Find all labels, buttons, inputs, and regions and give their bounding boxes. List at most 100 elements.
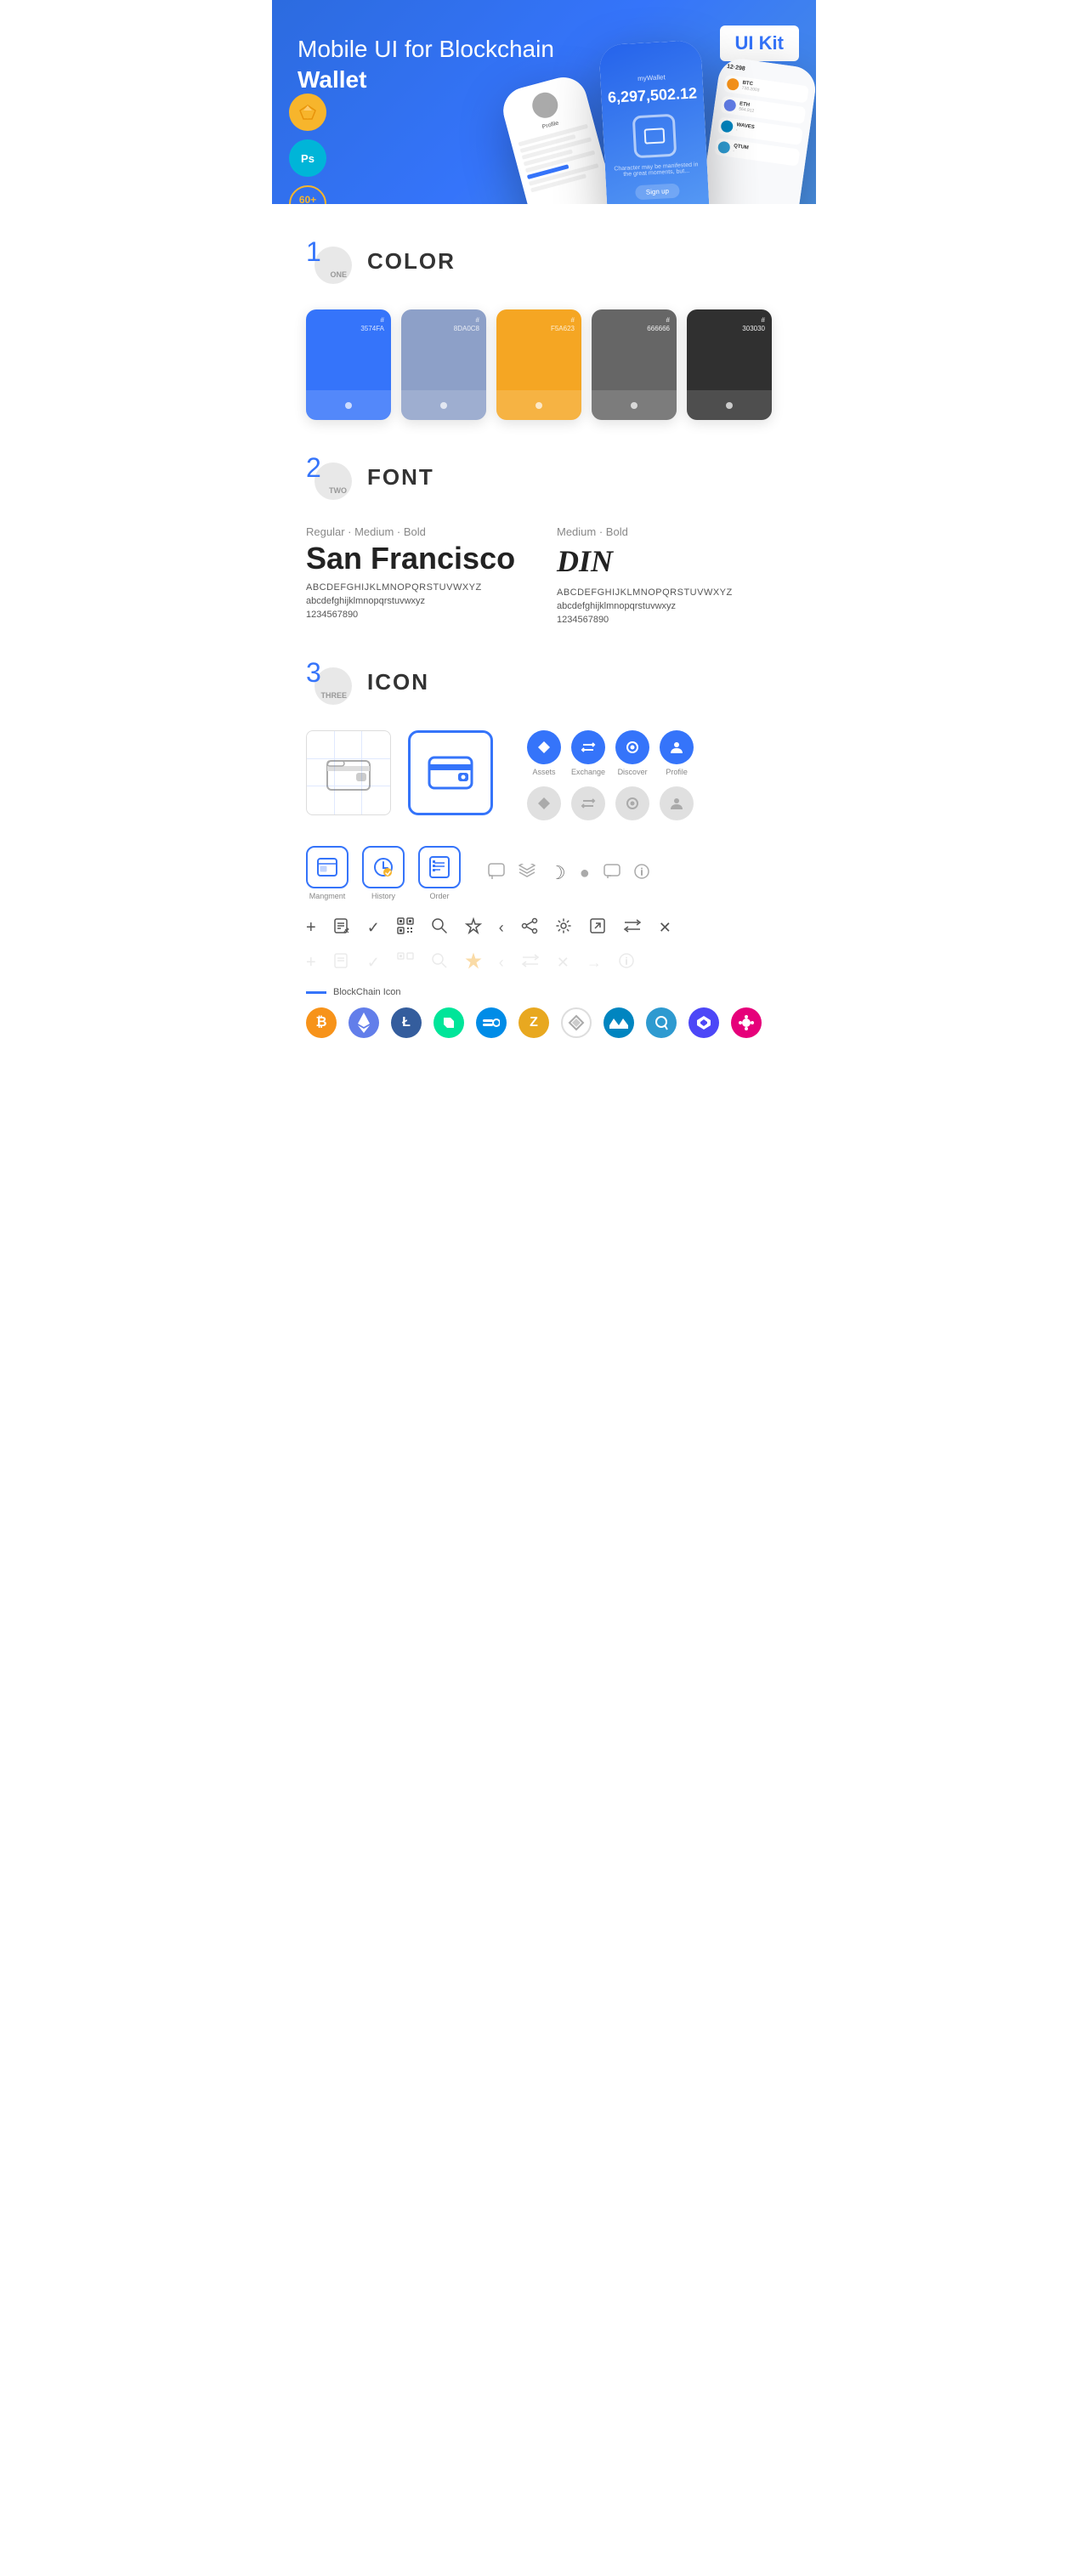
swatch-blue: #3574FA	[306, 309, 391, 420]
sketch-badge	[289, 94, 326, 131]
hero-badges: Ps 60+ Screens	[289, 94, 326, 204]
section-num-text-3: 3	[306, 659, 321, 686]
icon-doc-edit	[333, 917, 350, 939]
section-number-3: 3 THREE	[306, 659, 352, 705]
icon-share	[521, 917, 538, 939]
exchange-icon-inactive	[571, 786, 605, 820]
section-title-font: FONT	[367, 464, 434, 491]
icon-plus-inactive: +	[306, 953, 316, 973]
exchange-label: Exchange	[571, 768, 605, 776]
icon-arrow-inactive: →	[586, 954, 602, 972]
history-label: History	[371, 892, 395, 900]
icon-assets-inactive	[527, 786, 561, 820]
assets-icon-inactive	[527, 786, 561, 820]
assets-icon	[527, 730, 561, 764]
icon-history: History	[362, 846, 405, 900]
icon-chevron-left: ‹	[499, 919, 504, 937]
utility-icons: ☽ ●	[488, 862, 649, 884]
crypto-ltc: Ł	[391, 1007, 422, 1038]
crypto-zcash: Z	[518, 1007, 549, 1038]
font-sf-name: San Francisco	[306, 543, 531, 574]
main-content: 1 ONE COLOR #3574FA #8DA0C8 #F5A623 #666…	[272, 238, 816, 1072]
icon-wireframe-guidelines	[306, 730, 391, 815]
swatch-gray: #666666	[592, 309, 677, 420]
icon-search-inactive	[431, 952, 448, 973]
assets-label: Assets	[533, 768, 556, 776]
discover-label: Discover	[618, 768, 648, 776]
icon-qr	[397, 917, 414, 939]
exchange-icon	[571, 730, 605, 764]
crypto-neo	[434, 1007, 464, 1038]
color-swatches: #3574FA #8DA0C8 #F5A623 #666666 #303030	[306, 309, 782, 420]
history-icon	[362, 846, 405, 888]
app-icons-row: Mangment History	[306, 846, 782, 900]
icon-plus: +	[306, 918, 316, 938]
section-sub-1: ONE	[330, 270, 347, 279]
management-label: Mangment	[309, 892, 346, 900]
icon-section-header: 3 THREE ICON	[306, 659, 782, 705]
font-sf-lower: abcdefghijklmnopqrstuvwxyz	[306, 596, 531, 606]
crypto-btc: ₿	[306, 1007, 337, 1038]
swatch-slate: #8DA0C8	[401, 309, 486, 420]
crypto-waves	[604, 1007, 634, 1038]
hero-title-bold: Wallet	[298, 66, 366, 93]
icon-discover-inactive	[615, 786, 649, 820]
icon-wallet-solid	[408, 730, 493, 815]
discover-icon-inactive	[615, 786, 649, 820]
phone-mockup-3: 12·298 BTC 738.2003 ETH 564.912	[697, 56, 816, 204]
icon-close: ✕	[659, 919, 672, 937]
crypto-dot	[731, 1007, 762, 1038]
icon-moon: ☽	[549, 862, 566, 884]
icon-speech	[604, 864, 620, 883]
hero-section: Mobile UI for Blockchain Wallet UI Kit P…	[272, 0, 816, 204]
ps-badge: Ps	[289, 139, 326, 177]
icon-chevron-inactive: ‹	[499, 954, 504, 972]
section-sub-3: THREE	[320, 691, 347, 700]
icon-profile-inactive	[660, 786, 694, 820]
icon-doc-inactive	[333, 952, 350, 973]
utility-icons-row-inactive: + ✓ ‹ ✕ →	[306, 952, 782, 973]
profile-icon	[660, 730, 694, 764]
blockchain-text: BlockChain Icon	[333, 987, 401, 997]
crypto-icons-row: ₿ Ł Z	[306, 1007, 782, 1038]
section-num-text-2: 2	[306, 454, 321, 481]
phone-mockup-2: myWallet 6,297,502.12 Character may be m…	[598, 40, 710, 204]
crypto-eth	[348, 1007, 379, 1038]
blockchain-label-section: BlockChain Icon	[306, 987, 782, 997]
icon-management: Mangment	[306, 846, 348, 900]
icon-swap-inactive	[521, 952, 540, 973]
icon-search	[431, 917, 448, 939]
screens-count: 60+	[294, 195, 320, 204]
icon-chat	[488, 863, 505, 884]
icon-assets: Assets	[527, 730, 561, 776]
discover-icon	[615, 730, 649, 764]
icon-star-active	[465, 952, 482, 973]
font-grid: Regular · Medium · Bold San Francisco AB…	[306, 525, 782, 625]
section-sub-2: TWO	[329, 486, 347, 495]
font-din-upper: ABCDEFGHIJKLMNOPQRSTUVWXYZ	[557, 587, 782, 598]
profile-label: Profile	[666, 768, 688, 776]
blockchain-line	[306, 991, 326, 994]
crypto-poly	[688, 1007, 719, 1038]
icon-settings	[555, 917, 572, 939]
swatch-orange: #F5A623	[496, 309, 581, 420]
font-din-lower: abcdefghijklmnopqrstuvwxyz	[557, 601, 782, 611]
icon-info-inactive	[619, 953, 634, 973]
font-sf-style: Regular · Medium · Bold	[306, 525, 531, 538]
section-title-color: COLOR	[367, 248, 456, 275]
icon-check: ✓	[367, 919, 380, 937]
font-din-name: DIN	[557, 543, 782, 579]
crypto-qtum	[646, 1007, 677, 1038]
icon-layers	[518, 864, 536, 883]
screens-badge: 60+ Screens	[289, 185, 326, 204]
section-num-text-1: 1	[306, 238, 321, 265]
management-icon	[306, 846, 348, 888]
icon-close-inactive: ✕	[557, 954, 570, 972]
swatch-dark: #303030	[687, 309, 772, 420]
section-number-2: 2 TWO	[306, 454, 352, 500]
font-section-header: 2 TWO FONT	[306, 454, 782, 500]
nav-icons-grid: Assets Exchange Discover	[527, 730, 694, 820]
font-sf-nums: 1234567890	[306, 610, 531, 620]
icon-exchange-inactive	[571, 786, 605, 820]
font-sf: Regular · Medium · Bold San Francisco AB…	[306, 525, 531, 625]
